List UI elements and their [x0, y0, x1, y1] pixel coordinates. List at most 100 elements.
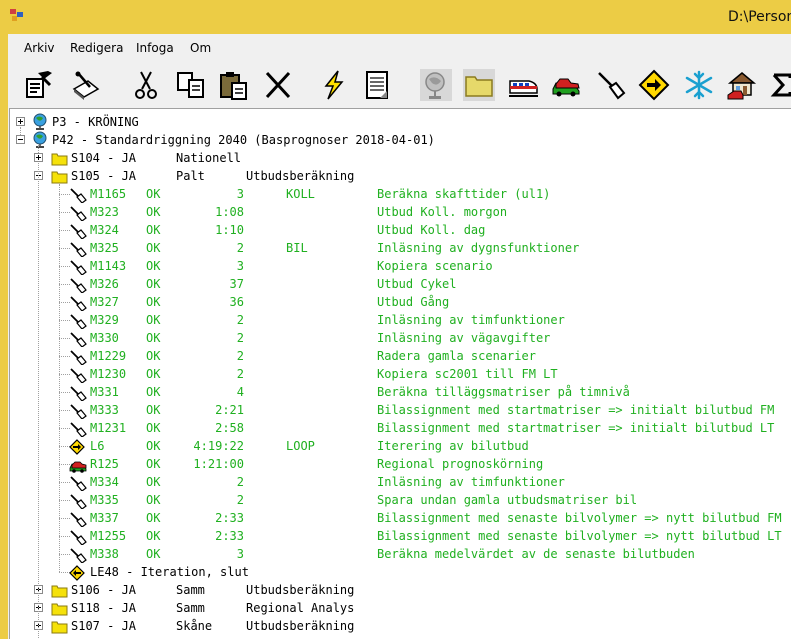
window-title: D:\Person	[728, 9, 791, 25]
document-button[interactable]	[360, 67, 396, 103]
snowflake-button[interactable]	[681, 67, 717, 103]
module-tool-icon	[70, 260, 87, 275]
scenario-type: Utbudsberäkning	[246, 169, 355, 183]
module-node[interactable]: M1229 OK 2 Radera gamla scenarier	[10, 347, 791, 365]
project-node[interactable]: P3 - KRÖNING	[10, 113, 791, 131]
module-node[interactable]: M337 OK 2:33 Bilassignment med senaste bilv…	[10, 509, 791, 527]
tool-button[interactable]	[592, 67, 628, 103]
module-node[interactable]: M1255 OK 2:33 Bilassignment med senaste bil…	[10, 527, 791, 545]
menu-infoga[interactable]: Infoga	[136, 41, 174, 55]
module-node[interactable]: M325 OK 2 BIL Inläsning av dygnsfunktioner	[10, 239, 791, 257]
collapse-toggle[interactable]	[16, 135, 25, 144]
module-time: 3	[236, 547, 244, 561]
module-node[interactable]: M338 OK 3 Beräkna medelvärdet av de senaste…	[10, 545, 791, 563]
module-status: OK	[146, 493, 161, 507]
tool-icon	[598, 72, 626, 100]
module-node[interactable]: M1231 OK 2:58 Bilassignment med startmatris…	[10, 419, 791, 437]
expand-toggle[interactable]	[34, 153, 43, 162]
loop-end-icon	[69, 565, 85, 581]
properties-button[interactable]	[20, 67, 56, 103]
module-node[interactable]: M335 OK 2 Spara undan gamla utbudsmatriser …	[10, 491, 791, 509]
folder-icon	[51, 603, 68, 616]
menu-om[interactable]: Om	[190, 41, 211, 55]
folder-button[interactable]	[461, 67, 497, 103]
module-status: OK	[146, 385, 161, 399]
module-tool-icon	[70, 476, 87, 491]
scenario-region: Skåne	[176, 619, 213, 633]
module-node[interactable]: M331 OK 4 Beräkna tilläggsmatriser på timni…	[10, 383, 791, 401]
copy-button[interactable]	[173, 67, 209, 103]
module-node[interactable]: M326 OK 37 Utbud Cykel	[10, 275, 791, 293]
module-id: M1229	[90, 349, 127, 363]
module-node[interactable]: M334 OK 2 Inläsning av timfunktioner	[10, 473, 791, 491]
document-icon	[366, 71, 388, 99]
module-description: Inläsning av timfunktioner	[377, 313, 565, 327]
scenario-type: Utbudsberäkning	[246, 619, 355, 633]
house-button[interactable]	[724, 67, 760, 103]
loop-end-node[interactable]: LE48 - Iteration, slut	[10, 563, 791, 581]
expand-toggle[interactable]	[16, 117, 25, 126]
menu-redigera[interactable]: Redigera	[70, 41, 123, 55]
module-time: 2	[236, 313, 244, 327]
module-node[interactable]: L6 OK 4:19:22 LOOP Iterering av bilutbud	[10, 437, 791, 455]
project-node[interactable]: P42 - Standardriggning 2040 (Basprognose…	[10, 131, 791, 149]
module-description: Beräkna skafttider (ul1)	[377, 187, 551, 201]
module-node[interactable]: M330 OK 2 Inläsning av vägavgifter	[10, 329, 791, 347]
scenario-node[interactable]: S106 - JA Samm Utbudsberäkning	[10, 581, 791, 599]
edit-button[interactable]	[68, 67, 104, 103]
module-node[interactable]: M323 OK 1:08 Utbud Koll. morgon	[10, 203, 791, 221]
module-time: 1:08	[215, 205, 244, 219]
paste-button[interactable]	[216, 67, 252, 103]
scenario-node[interactable]: S105 - JA Palt Utbudsberäkning	[10, 167, 791, 185]
module-id: M1230	[90, 367, 127, 381]
window-frame	[0, 34, 8, 639]
module-id: M1165	[90, 187, 127, 201]
loop-icon	[69, 439, 85, 455]
delete-button[interactable]	[260, 67, 296, 103]
module-time: 1:21:00	[193, 457, 244, 471]
module-status: OK	[146, 475, 161, 489]
module-mode: BIL	[286, 241, 308, 255]
module-tool-icon	[70, 314, 87, 329]
train-button[interactable]	[505, 67, 541, 103]
module-node[interactable]: M1143 OK 3 Kopiera scenario	[10, 257, 791, 275]
module-time: 37	[229, 277, 244, 291]
globe-icon	[33, 131, 47, 148]
scenario-type: Utbudsberäkning	[246, 583, 355, 597]
scenario-id: S106 - JA	[71, 583, 137, 597]
run-button[interactable]	[316, 67, 352, 103]
module-node[interactable]: M333 OK 2:21 Bilassignment med startmatrise…	[10, 401, 791, 419]
module-description: Bilassignment med startmatriser => initi…	[377, 421, 775, 435]
module-id: M326	[90, 277, 119, 291]
module-time: 36	[229, 295, 244, 309]
module-description: Bilassignment med senaste bilvolymer => …	[377, 511, 782, 525]
module-status: OK	[146, 511, 161, 525]
project-label: P3 - KRÖNING	[52, 115, 139, 129]
module-description: Utbud Cykel	[377, 277, 457, 291]
module-status: OK	[146, 367, 161, 381]
module-node[interactable]: M324 OK 1:10 Utbud Koll. dag	[10, 221, 791, 239]
car-button[interactable]	[548, 67, 584, 103]
module-node[interactable]: R125 OK 1:21:00 Regional prognoskörning	[10, 455, 791, 473]
sum-button[interactable]	[768, 67, 791, 103]
scenario-tree[interactable]: P3 - KRÖNING P42 - Standardriggning 2040 …	[9, 108, 791, 639]
menu-arkiv[interactable]: Arkiv	[24, 41, 55, 55]
scenario-node[interactable]: S104 - JA Nationell	[10, 149, 791, 167]
scenario-node[interactable]: S118 - JA Samm Regional Analys	[10, 599, 791, 617]
module-status: OK	[146, 223, 161, 237]
module-status: OK	[146, 421, 161, 435]
module-node[interactable]: M1165 OK 3 KOLL Beräkna skafttider (ul1)	[10, 185, 791, 203]
module-node[interactable]: M327 OK 36 Utbud Gång	[10, 293, 791, 311]
module-node[interactable]: M1230 OK 2 Kopiera sc2001 till FM LT	[10, 365, 791, 383]
cut-button[interactable]	[128, 67, 164, 103]
scenario-region: Palt	[176, 169, 205, 183]
module-tool-icon	[70, 242, 87, 257]
module-id: M1255	[90, 529, 127, 543]
module-node[interactable]: M329 OK 2 Inläsning av timfunktioner	[10, 311, 791, 329]
module-description: Kopiera scenario	[377, 259, 493, 273]
module-status: OK	[146, 547, 161, 561]
scenario-node[interactable]: S107 - JA Skåne Utbudsberäkning	[10, 617, 791, 635]
route-sign-button[interactable]	[636, 67, 672, 103]
module-status: OK	[146, 241, 161, 255]
globe-button[interactable]	[418, 67, 454, 103]
